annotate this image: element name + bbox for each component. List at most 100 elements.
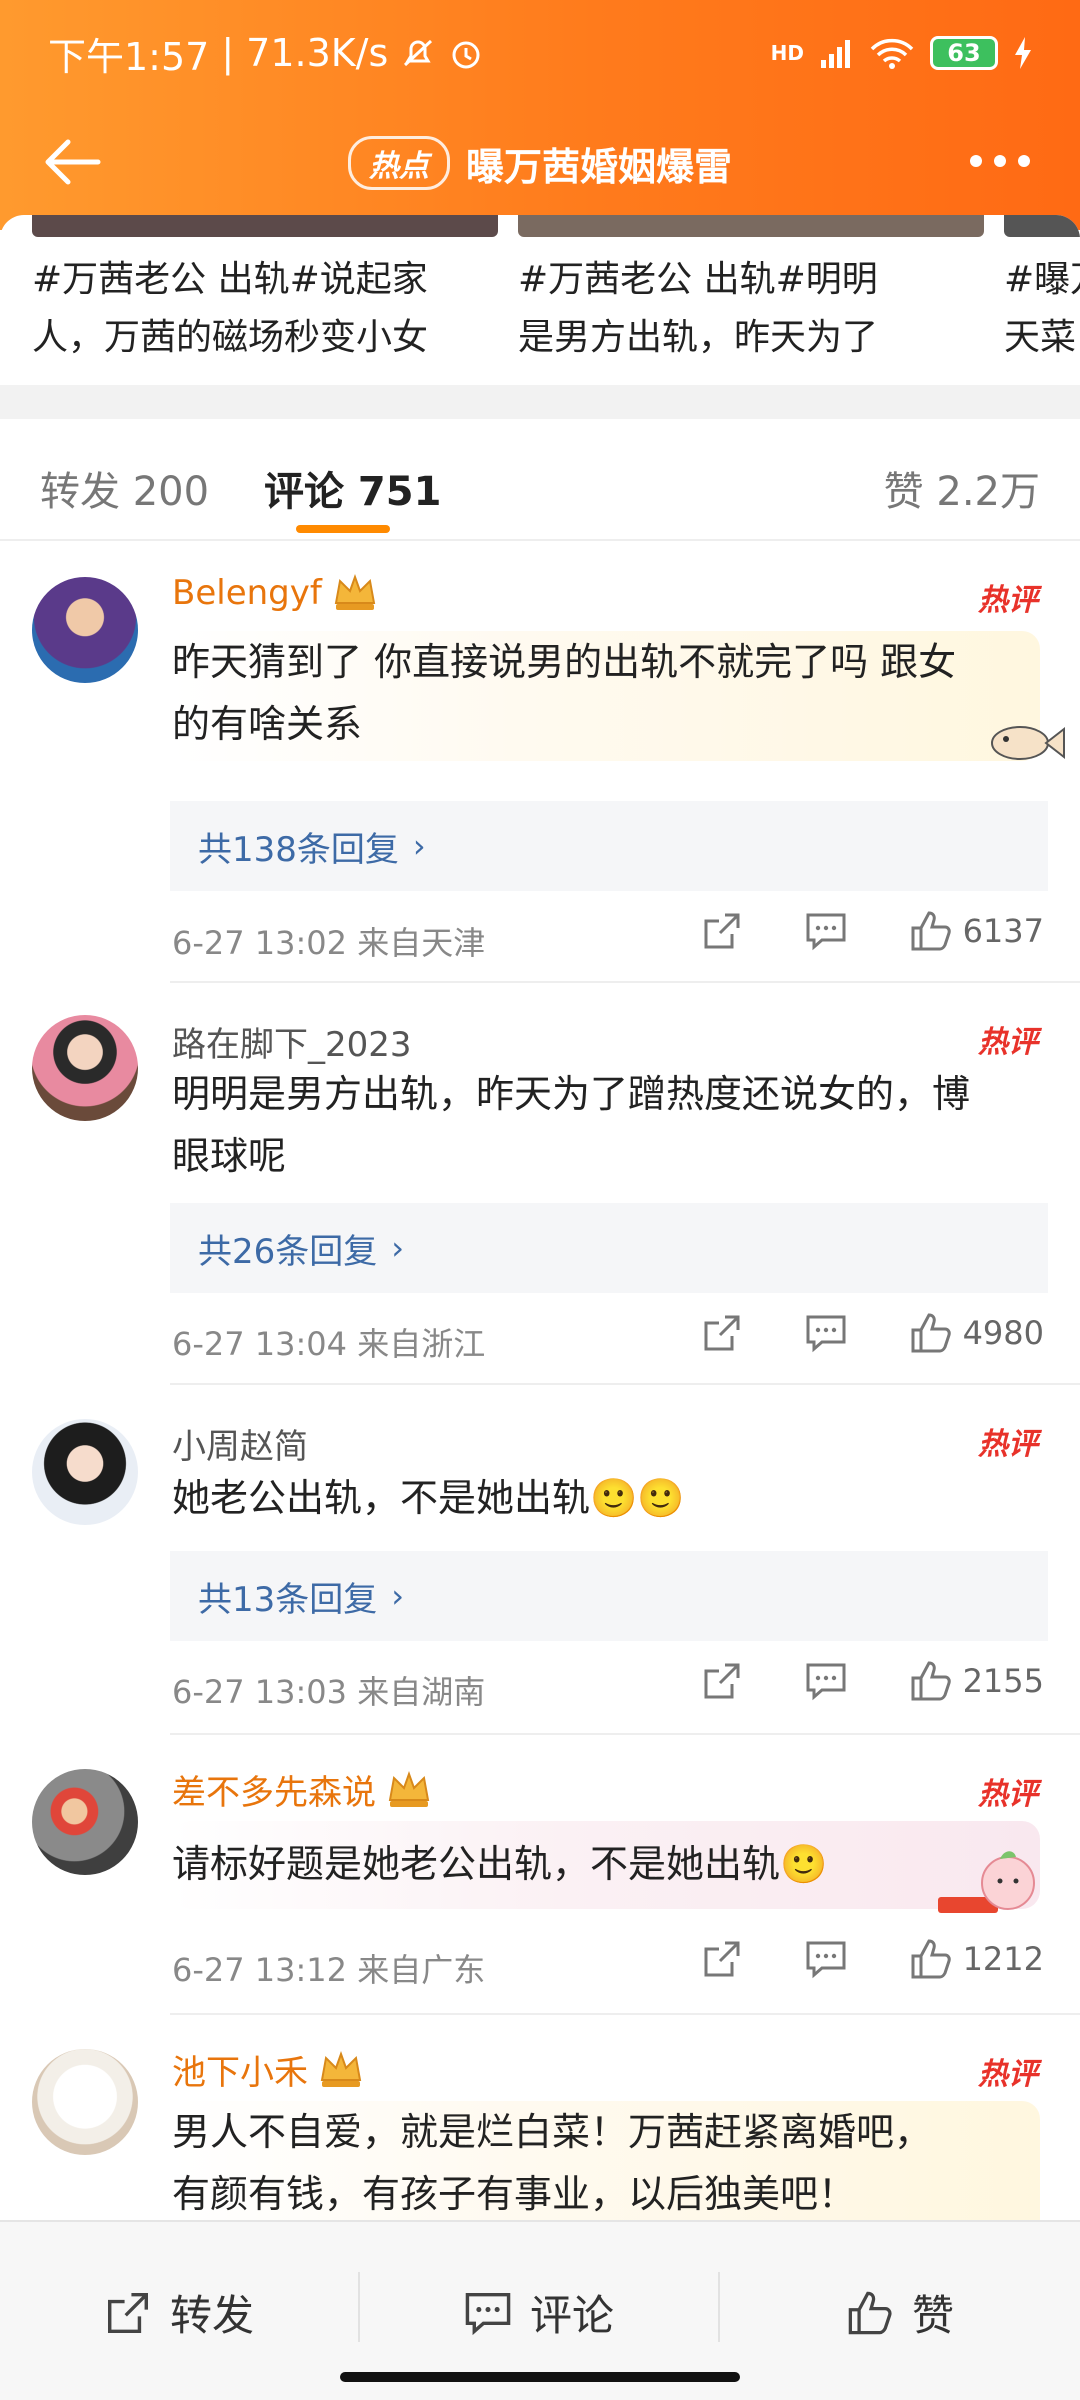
fish-sticker-icon	[988, 719, 1066, 771]
comment-text: 明明是男方出轨，昨天为了蹭热度还说女的，博 眼球呢	[172, 1072, 971, 1178]
crown-icon	[386, 1770, 432, 1810]
comment-button[interactable]: 评论	[464, 2282, 614, 2343]
like-icon	[909, 1659, 953, 1703]
status-bar: 下午1:57 | 71.3K/s HD 63	[48, 28, 1032, 79]
comment-divider	[170, 2013, 1080, 2015]
network-speed: 71.3K/s	[246, 31, 389, 75]
comment-icon[interactable]	[805, 1661, 847, 1701]
repost-button[interactable]: 转发	[104, 2282, 254, 2343]
related-card-text: #万茜老公 出轨#说起家 人，万茜的磁场秒变小女	[32, 259, 429, 358]
comment-divider	[170, 1383, 1080, 1385]
view-replies-link[interactable]: 共13条回复 ›	[170, 1551, 1048, 1641]
share-icon[interactable]	[701, 910, 743, 952]
share-icon[interactable]	[701, 1660, 743, 1702]
comment-item: 池下小禾 热评 男人不自爱，就是烂白菜！万茜赶紧离婚吧， 有颜有钱，有孩子有事业，…	[0, 2013, 1080, 2220]
comment-actions: 4980	[701, 1311, 1044, 1355]
comment-item: 差不多先森说 热评 请标好题是她老公出轨，不是她出轨🙂 6-27 13:12 来…	[0, 1733, 1080, 2013]
chevron-right-icon: ›	[391, 1229, 405, 1267]
hot-badge: 热点	[347, 136, 450, 190]
like-button[interactable]: 4980	[909, 1311, 1044, 1355]
comment-actions: 1212	[701, 1937, 1044, 1981]
bottom-separator	[718, 2272, 720, 2342]
hot-comment-badge: 热评	[978, 583, 1038, 618]
tab-likes[interactable]: 赞 2.2万	[884, 459, 1040, 517]
more-icon[interactable]	[970, 146, 1034, 176]
comment-username[interactable]: 差不多先森说	[172, 1765, 432, 1814]
comment-item: 小周赵简 热评 她老公出轨，不是她出轨🙂🙂 共13条回复 › 6-27 13:03…	[0, 1383, 1080, 1733]
mute-icon	[400, 35, 436, 71]
related-card-image	[1004, 215, 1080, 237]
chevron-right-icon: ›	[391, 1577, 405, 1615]
comment-item: Belengyf 热评 昨天猜到了 你直接说男的出轨不就完了吗 跟女 的有啥关系 …	[0, 541, 1080, 981]
comment-item: 路在脚下_2023 热评 明明是男方出轨，昨天为了蹭热度还说女的，博 眼球呢 共2…	[0, 981, 1080, 1383]
tab-comments[interactable]: 评论 751	[264, 459, 441, 517]
tab-indicator	[296, 525, 390, 533]
comment-icon[interactable]	[805, 1313, 847, 1353]
share-icon	[104, 2289, 152, 2337]
signal-icon	[820, 38, 854, 68]
section-divider	[0, 385, 1080, 419]
comment-meta: 6-27 13:12 来自广东	[172, 1951, 486, 1989]
avatar[interactable]	[32, 577, 138, 683]
hot-comment-badge: 热评	[978, 1025, 1038, 1060]
comment-text: 她老公出轨，不是她出轨🙂🙂	[172, 1476, 685, 1520]
share-icon[interactable]	[701, 1938, 743, 1980]
like-icon	[846, 2289, 894, 2337]
like-count: 6137	[962, 912, 1044, 950]
comment-actions: 6137	[701, 909, 1044, 953]
like-count: 2155	[962, 1662, 1044, 1700]
like-button[interactable]: 1212	[909, 1937, 1044, 1981]
comment-divider	[170, 981, 1080, 983]
avatar[interactable]	[32, 2049, 138, 2155]
like-button[interactable]: 6137	[909, 909, 1044, 953]
status-time: 下午1:57	[48, 34, 210, 79]
avatar[interactable]	[32, 1015, 138, 1121]
related-card-text: #万茜老公 出轨#明明 是男方出轨，昨天为了	[518, 259, 879, 358]
comment-text: 请标好题是她老公出轨，不是她出轨🙂	[172, 1821, 1040, 1909]
related-card-image	[518, 215, 984, 237]
home-indicator[interactable]	[340, 2372, 740, 2382]
hot-comment-badge: 热评	[978, 1427, 1038, 1462]
related-card[interactable]: #万茜老公 出轨#明明 是男方出轨，昨天为了	[518, 215, 984, 385]
nav-bar: 热点 曝万茜婚姻爆雷	[0, 118, 1080, 208]
peach-sticker-icon	[930, 1843, 1040, 1927]
comment-divider	[170, 1733, 1080, 1735]
view-replies-link[interactable]: 共138条回复 ›	[170, 801, 1048, 891]
comment-username[interactable]: 池下小禾	[172, 2045, 364, 2094]
avatar[interactable]	[32, 1769, 138, 1875]
hot-comment-badge: 热评	[978, 2057, 1038, 2092]
comment-meta: 6-27 13:04 来自浙江	[172, 1325, 486, 1363]
like-button[interactable]: 2155	[909, 1659, 1044, 1703]
comment-icon[interactable]	[805, 911, 847, 951]
related-posts: #万茜老公 出轨#说起家 人，万茜的磁场秒变小女 #万茜老公 出轨#明明 是男方出轨…	[0, 215, 1080, 385]
page-title: 热点 曝万茜婚姻爆雷	[0, 118, 1080, 208]
related-card[interactable]: #万茜老公 出轨#说起家 人，万茜的磁场秒变小女	[32, 215, 498, 385]
comment-meta: 6-27 13:03 来自湖南	[172, 1673, 486, 1711]
like-icon	[909, 1311, 953, 1355]
like-count: 4980	[962, 1314, 1044, 1352]
comment-username[interactable]: Belengyf	[172, 573, 378, 613]
alarm-icon	[448, 35, 484, 71]
bottom-separator	[358, 2272, 360, 2342]
view-replies-link[interactable]: 共26条回复 ›	[170, 1203, 1048, 1293]
like-button[interactable]: 赞	[846, 2282, 954, 2343]
comment-username[interactable]: 路在脚下_2023	[172, 1017, 412, 1066]
like-icon	[909, 1937, 953, 1981]
avatar[interactable]	[32, 1419, 138, 1525]
related-card[interactable]: #曝万天菜	[1004, 215, 1080, 385]
comment-actions: 2155	[701, 1659, 1044, 1703]
network-type: HD	[770, 41, 804, 65]
battery-indicator: 63	[930, 36, 998, 70]
comment-text: 男人不自爱，就是烂白菜！万茜赶紧离婚吧， 有颜有钱，有孩子有事业，以后独美吧！	[172, 2101, 1040, 2220]
crown-icon	[332, 573, 378, 613]
related-card-image	[32, 215, 498, 237]
like-count: 1212	[962, 1940, 1044, 1978]
related-card-text: #曝万天菜	[1004, 259, 1080, 358]
share-icon[interactable]	[701, 1312, 743, 1354]
topic-title: 曝万茜婚姻爆雷	[465, 144, 732, 189]
comment-icon[interactable]	[805, 1939, 847, 1979]
crown-icon	[318, 2050, 364, 2090]
header: 下午1:57 | 71.3K/s HD 63 热点 曝万茜婚姻爆雷	[0, 0, 1080, 230]
tab-repost[interactable]: 转发 200	[40, 459, 209, 517]
comment-username[interactable]: 小周赵简	[172, 1419, 308, 1468]
